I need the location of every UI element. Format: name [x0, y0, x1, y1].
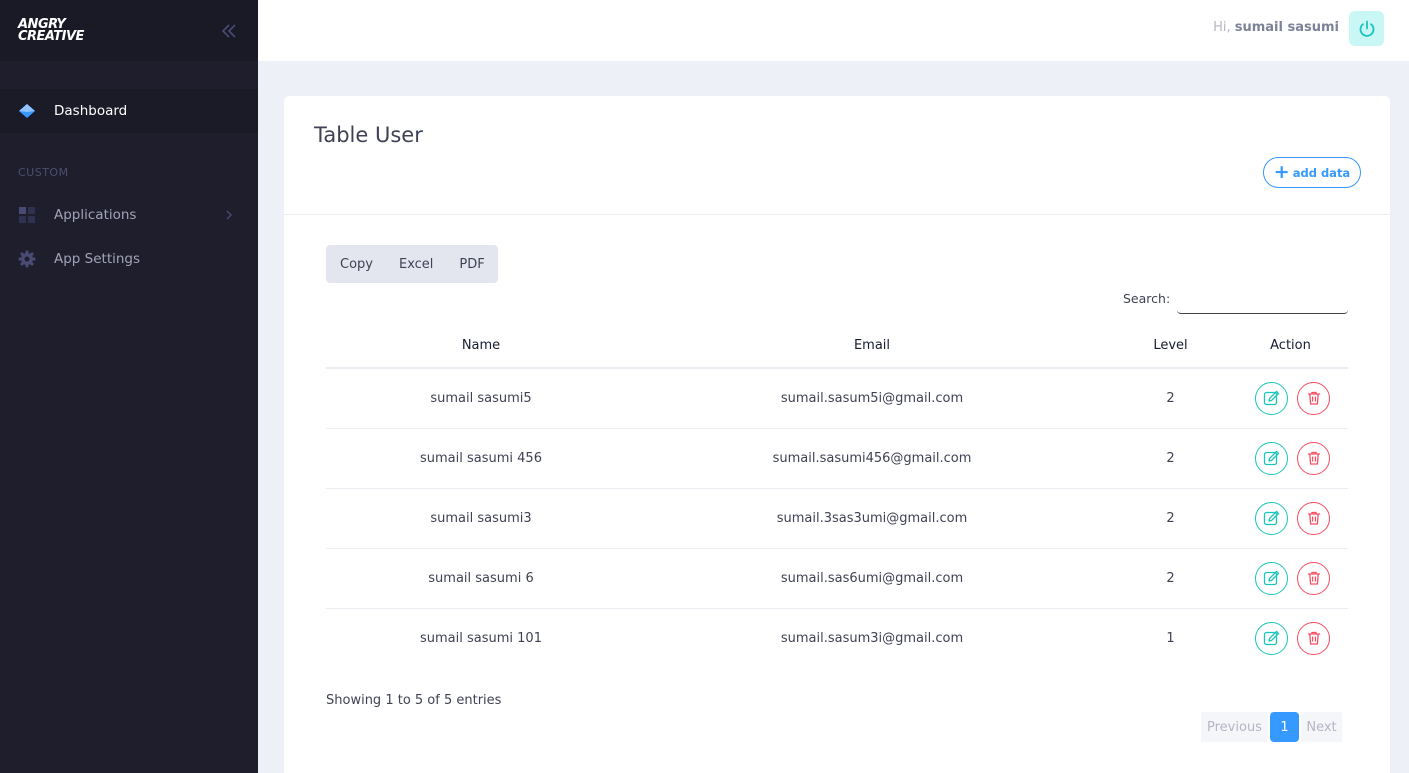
cell-level: 2 — [1108, 488, 1233, 549]
cell-name: sumail sasumi5 — [326, 368, 636, 429]
trash-icon — [1307, 571, 1320, 585]
edit-button[interactable] — [1255, 381, 1288, 415]
cell-email: sumail.3sas3umi@gmail.com — [636, 488, 1108, 549]
delete-button[interactable] — [1297, 381, 1330, 415]
cell-action — [1233, 608, 1348, 668]
edit-button[interactable] — [1255, 501, 1288, 535]
pagination-previous-button[interactable]: Previous — [1201, 712, 1268, 742]
grid-icon — [19, 207, 35, 223]
pagination-next-button[interactable]: Next — [1301, 712, 1342, 742]
table-header-row: Name Email Level Action — [326, 324, 1348, 369]
sidebar-collapse-button[interactable] — [218, 20, 240, 42]
trash-icon — [1307, 511, 1320, 525]
sidebar-item-label: Applications — [54, 207, 137, 223]
sidebar-section-title: CUSTOM — [18, 166, 69, 179]
greeting-prefix: Hi, — [1213, 20, 1231, 35]
sidebar: ANGRY CREATIVE Dashboard CUSTOM Applicat… — [0, 0, 258, 773]
sidebar-item-applications[interactable]: Applications — [0, 195, 258, 235]
cell-level: 2 — [1108, 548, 1233, 609]
search-input[interactable] — [1177, 284, 1348, 314]
cell-action — [1233, 488, 1348, 549]
edit-button[interactable] — [1255, 561, 1288, 595]
table-row: sumail sasumi3 sumail.3sas3umi@gmail.com… — [326, 488, 1348, 549]
user-greeting: Hi, sumail sasumi — [1213, 20, 1339, 35]
pdf-button[interactable]: PDF — [446, 245, 497, 283]
logout-button[interactable] — [1349, 11, 1384, 46]
table-info: Showing 1 to 5 of 5 entries — [326, 693, 502, 708]
chevron-right-icon — [226, 210, 232, 220]
sidebar-item-app-settings[interactable]: App Settings — [0, 239, 258, 279]
trash-icon — [1307, 392, 1320, 405]
top-header: Hi, sumail sasumi — [258, 0, 1409, 61]
pagination-page-button[interactable]: 1 — [1270, 712, 1299, 742]
cell-level: 2 — [1108, 428, 1233, 489]
cell-name: sumail sasumi 456 — [326, 428, 636, 489]
cell-level: 2 — [1108, 368, 1233, 429]
search-label: Search: — [1123, 291, 1171, 306]
delete-button[interactable] — [1297, 441, 1330, 475]
users-table: Name Email Level Action sumail sasumi5 s… — [326, 324, 1348, 668]
cell-action — [1233, 368, 1348, 429]
excel-button[interactable]: Excel — [386, 245, 446, 283]
export-button-group: Copy Excel PDF — [326, 245, 498, 283]
trash-icon — [1307, 632, 1320, 645]
cell-action — [1233, 548, 1348, 609]
power-icon — [1359, 20, 1374, 37]
cell-name: sumail sasumi 6 — [326, 548, 636, 609]
gear-icon — [18, 250, 36, 268]
brand-bar: ANGRY CREATIVE — [0, 0, 258, 61]
table-row: sumail sasumi 456 sumail.sasumi456@gmail… — [326, 428, 1348, 489]
edit-icon — [1263, 390, 1280, 405]
table-row: sumail sasumi 101 sumail.sasum3i@gmail.c… — [326, 608, 1348, 668]
cell-email: sumail.sasumi456@gmail.com — [636, 428, 1108, 489]
edit-icon — [1263, 510, 1280, 525]
brand-logo[interactable]: ANGRY CREATIVE — [18, 18, 84, 44]
column-header-email[interactable]: Email — [636, 324, 1108, 369]
column-header-name[interactable]: Name — [326, 324, 636, 369]
sidebar-item-dashboard[interactable]: Dashboard — [0, 89, 258, 133]
add-data-label: add data — [1292, 165, 1351, 180]
cell-action — [1233, 428, 1348, 489]
card-divider — [284, 214, 1390, 215]
layers-icon — [19, 104, 35, 118]
username[interactable]: sumail sasumi — [1235, 20, 1339, 35]
double-chevron-left-icon — [221, 23, 236, 38]
column-header-action: Action — [1233, 324, 1348, 369]
plus-icon: + — [1273, 161, 1290, 183]
sidebar-item-label: App Settings — [54, 251, 141, 267]
column-header-level[interactable]: Level — [1108, 324, 1233, 369]
table-row: sumail sasumi5 sumail.sasum5i@gmail.com … — [326, 368, 1348, 429]
table-row: sumail sasumi 6 sumail.sas6umi@gmail.com… — [326, 548, 1348, 609]
cell-email: sumail.sasum5i@gmail.com — [636, 368, 1108, 429]
edit-icon — [1263, 450, 1280, 465]
delete-button[interactable] — [1297, 561, 1330, 595]
user-table-card: Table User + add data Copy Excel PDF Sea… — [284, 96, 1390, 773]
sidebar-item-label: Dashboard — [54, 103, 128, 119]
logo-line-2: CREATIVE — [18, 28, 84, 44]
delete-button[interactable] — [1297, 501, 1330, 535]
cell-name: sumail sasumi 101 — [420, 630, 542, 646]
edit-icon — [1263, 570, 1280, 585]
copy-button[interactable]: Copy — [326, 245, 386, 283]
cell-level: 1 — [1166, 630, 1175, 646]
delete-button[interactable] — [1297, 621, 1330, 655]
pagination: Previous 1 Next — [1201, 712, 1342, 742]
page-title: Table User — [314, 123, 423, 147]
edit-icon — [1263, 630, 1280, 645]
trash-icon — [1307, 451, 1320, 465]
edit-button[interactable] — [1255, 441, 1288, 475]
cell-name: sumail sasumi3 — [326, 488, 636, 549]
add-data-button[interactable]: + add data — [1263, 157, 1361, 188]
edit-button[interactable] — [1255, 621, 1288, 655]
cell-email: sumail.sasum3i@gmail.com — [780, 630, 964, 646]
cell-email: sumail.sas6umi@gmail.com — [636, 548, 1108, 609]
